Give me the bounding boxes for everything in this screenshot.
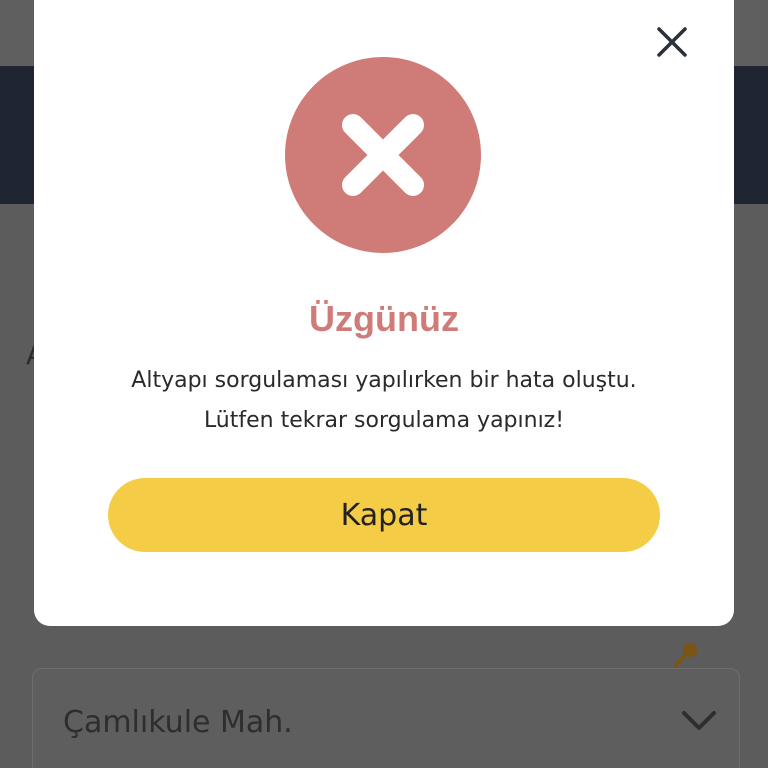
dialog-title: Üzgünüz <box>309 298 459 339</box>
neighborhood-select-value: Çamlıkule Mah. <box>63 705 293 740</box>
neighborhood-select[interactable]: Çamlıkule Mah. <box>32 668 740 768</box>
dialog-message-line2: Lütfen tekrar sorgulama yapınız! <box>203 408 565 433</box>
close-button[interactable]: Kapat <box>108 478 660 552</box>
dialog-message-line1: Altyapı sorgulaması yapılırken bir hata … <box>131 368 637 393</box>
error-x-icon <box>285 57 481 253</box>
chevron-down-icon <box>681 709 717 733</box>
error-dialog: Üzgünüz Altyapı sorgulaması yapılırken b… <box>34 0 734 626</box>
close-icon[interactable] <box>654 24 690 60</box>
